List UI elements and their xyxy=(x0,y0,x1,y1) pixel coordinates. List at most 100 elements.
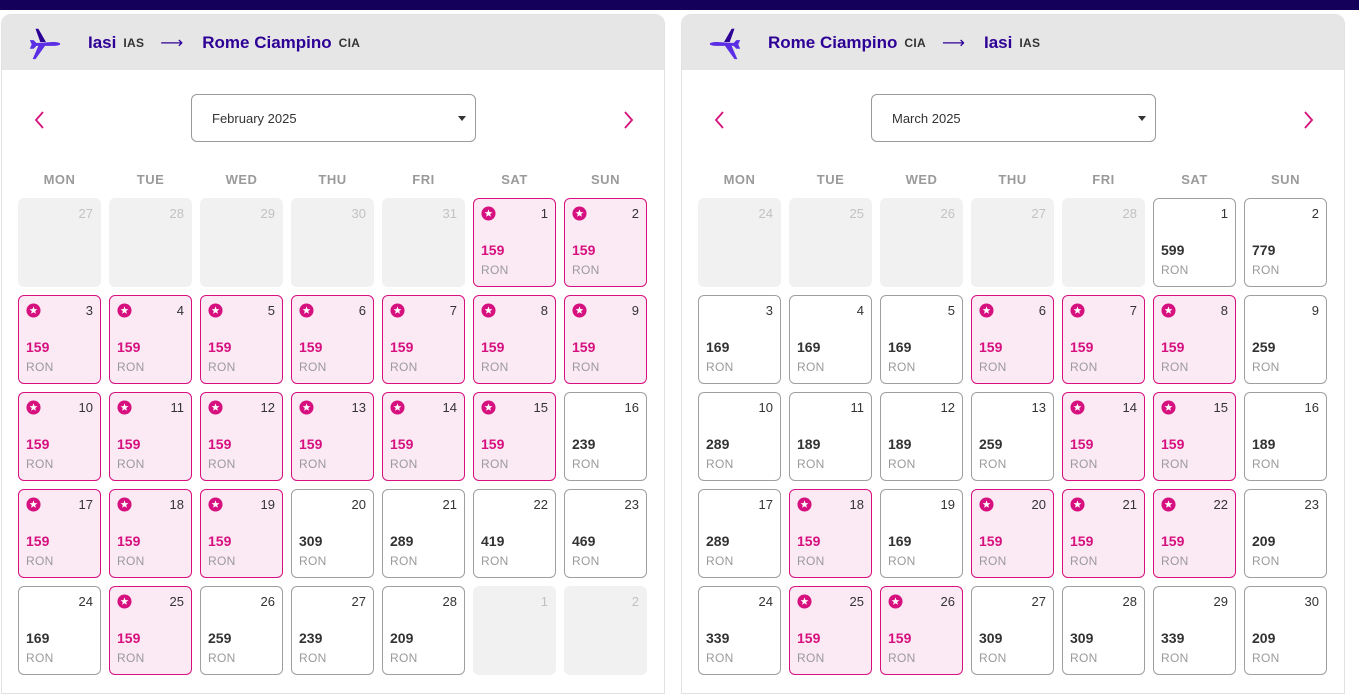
calendar-day-promo[interactable]: 6 159 RON xyxy=(291,295,374,384)
origin-city: Rome Ciampino xyxy=(768,32,898,52)
calendar-day[interactable]: 28 209 RON xyxy=(382,586,465,675)
fare-currency: RON xyxy=(979,651,1007,665)
calendar-day[interactable]: 27 239 RON xyxy=(291,586,374,675)
calendar-day[interactable]: 29 339 RON xyxy=(1153,586,1236,675)
fare-currency: RON xyxy=(26,651,54,665)
fare-price: 159 xyxy=(1161,533,1185,549)
calendar-day[interactable]: 13 259 RON xyxy=(971,392,1054,481)
calendar-day-promo[interactable]: 26 159 RON xyxy=(880,586,963,675)
weekday-label: SAT xyxy=(1181,171,1208,187)
calendar-day[interactable]: 10 289 RON xyxy=(698,392,781,481)
calendar-day-promo[interactable]: 15 159 RON xyxy=(1153,392,1236,481)
calendar-day-promo[interactable]: 15 159 RON xyxy=(473,392,556,481)
calendar-day-promo[interactable]: 18 159 RON xyxy=(789,489,872,578)
fare-currency: RON xyxy=(1070,651,1098,665)
calendar-day[interactable]: 4 169 RON xyxy=(789,295,872,384)
calendar-day-promo[interactable]: 21 159 RON xyxy=(1062,489,1145,578)
calendar-day[interactable]: 30 209 RON xyxy=(1244,586,1327,675)
calendar-day-promo[interactable]: 25 159 RON xyxy=(109,586,192,675)
calendar-day-promo[interactable]: 7 159 RON xyxy=(1062,295,1145,384)
calendar-day-promo[interactable]: 19 159 RON xyxy=(200,489,283,578)
day-number: 4 xyxy=(176,303,184,318)
calendar-day-promo[interactable]: 3 159 RON xyxy=(18,295,101,384)
calendar-day-promo[interactable]: 12 159 RON xyxy=(200,392,283,481)
weekday-label: SAT xyxy=(501,171,528,187)
month-select[interactable]: February 2025 xyxy=(191,94,476,142)
chevron-down-icon xyxy=(1138,116,1146,121)
calendar-day[interactable]: 23 209 RON xyxy=(1244,489,1327,578)
calendar-day-promo[interactable]: 25 159 RON xyxy=(789,586,872,675)
fare-price: 159 xyxy=(390,436,414,452)
calendar-day-promo[interactable]: 7 159 RON xyxy=(382,295,465,384)
day-number: 27 xyxy=(1031,594,1046,609)
weekday-label: FRI xyxy=(1092,171,1115,187)
calendar-day[interactable]: 24 169 RON xyxy=(18,586,101,675)
calendar-day[interactable]: 21 289 RON xyxy=(382,489,465,578)
previous-month-button[interactable] xyxy=(28,108,52,132)
day-number: 27 xyxy=(351,594,366,609)
calendar-day-promo[interactable]: 14 159 RON xyxy=(1062,392,1145,481)
calendar-day[interactable]: 26 259 RON xyxy=(200,586,283,675)
calendar-day-promo[interactable]: 2 159 RON xyxy=(564,198,647,287)
calendar-day-promo[interactable]: 11 159 RON xyxy=(109,392,192,481)
calendar-day[interactable]: 11 189 RON xyxy=(789,392,872,481)
fare-price: 159 xyxy=(26,339,50,355)
calendar-day-promo[interactable]: 5 159 RON xyxy=(200,295,283,384)
calendar-day[interactable]: 16 239 RON xyxy=(564,392,647,481)
calendar-day[interactable]: 20 309 RON xyxy=(291,489,374,578)
day-number: 25 xyxy=(849,206,864,221)
calendar-day-promo[interactable]: 8 159 RON xyxy=(1153,295,1236,384)
discount-star-badge-icon xyxy=(888,594,903,609)
calendar-day[interactable]: 22 419 RON xyxy=(473,489,556,578)
fare-currency: RON xyxy=(706,554,734,568)
calendar-day-promo[interactable]: 13 159 RON xyxy=(291,392,374,481)
calendar-day[interactable]: 2 779 RON xyxy=(1244,198,1327,287)
calendar-day-promo[interactable]: 4 159 RON xyxy=(109,295,192,384)
calendar-day[interactable]: 16 189 RON xyxy=(1244,392,1327,481)
calendar-day-outside-month: 25 xyxy=(789,198,872,287)
day-number: 26 xyxy=(940,206,955,221)
fare-price: 169 xyxy=(797,339,821,355)
previous-month-button[interactable] xyxy=(708,108,732,132)
calendar-day[interactable]: 12 189 RON xyxy=(880,392,963,481)
fare-currency: RON xyxy=(888,457,916,471)
discount-star-badge-icon xyxy=(299,400,314,415)
day-number: 29 xyxy=(1213,594,1228,609)
fare-currency: RON xyxy=(1161,554,1189,568)
calendar-day[interactable]: 23 469 RON xyxy=(564,489,647,578)
calendar-day[interactable]: 3 169 RON xyxy=(698,295,781,384)
calendar-day[interactable]: 5 169 RON xyxy=(880,295,963,384)
fare-currency: RON xyxy=(481,554,509,568)
calendar-day[interactable]: 17 289 RON xyxy=(698,489,781,578)
day-number: 26 xyxy=(260,594,275,609)
calendar-day-promo[interactable]: 10 159 RON xyxy=(18,392,101,481)
calendar-day[interactable]: 1 599 RON xyxy=(1153,198,1236,287)
calendar-day-promo[interactable]: 8 159 RON xyxy=(473,295,556,384)
fare-price: 159 xyxy=(1070,339,1094,355)
calendar-day-promo[interactable]: 6 159 RON xyxy=(971,295,1054,384)
calendar-day[interactable]: 9 259 RON xyxy=(1244,295,1327,384)
day-number: 24 xyxy=(78,594,93,609)
day-number: 27 xyxy=(1031,206,1046,221)
calendar-day[interactable]: 28 309 RON xyxy=(1062,586,1145,675)
fare-currency: RON xyxy=(1161,263,1189,277)
day-number: 10 xyxy=(758,400,773,415)
month-select-value: February 2025 xyxy=(212,110,297,126)
calendar-day-promo[interactable]: 1 159 RON xyxy=(473,198,556,287)
next-month-button[interactable] xyxy=(616,108,640,132)
calendar-day-promo[interactable]: 20 159 RON xyxy=(971,489,1054,578)
day-number: 5 xyxy=(947,303,955,318)
discount-star-badge-icon xyxy=(481,303,496,318)
fare-price: 779 xyxy=(1252,242,1276,258)
calendar-day-promo[interactable]: 18 159 RON xyxy=(109,489,192,578)
calendar-day[interactable]: 24 339 RON xyxy=(698,586,781,675)
calendar-day-promo[interactable]: 17 159 RON xyxy=(18,489,101,578)
calendar-day-promo[interactable]: 22 159 RON xyxy=(1153,489,1236,578)
calendar-day[interactable]: 19 169 RON xyxy=(880,489,963,578)
day-number: 24 xyxy=(758,206,773,221)
next-month-button[interactable] xyxy=(1296,108,1320,132)
calendar-day-promo[interactable]: 9 159 RON xyxy=(564,295,647,384)
calendar-day[interactable]: 27 309 RON xyxy=(971,586,1054,675)
month-select[interactable]: March 2025 xyxy=(871,94,1156,142)
calendar-day-promo[interactable]: 14 159 RON xyxy=(382,392,465,481)
